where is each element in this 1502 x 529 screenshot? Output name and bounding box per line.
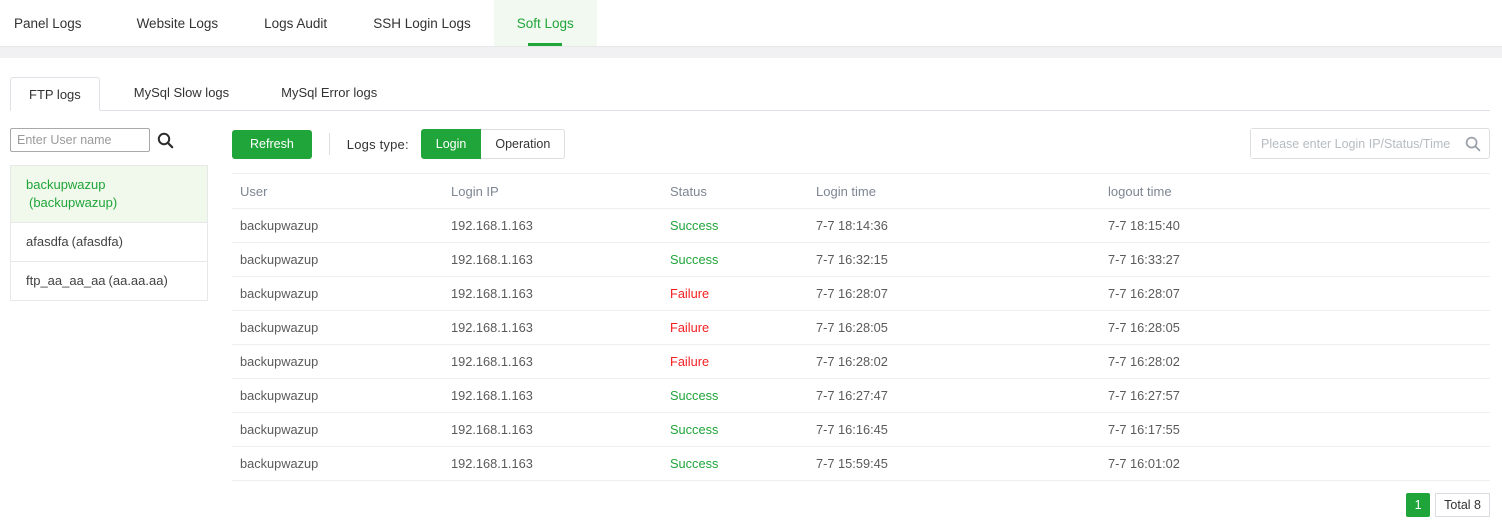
cell-login-ip: 192.168.1.163 (443, 447, 662, 481)
column-header-login-time: Login time (808, 174, 1100, 209)
cell-logout-time: 7-7 16:28:07 (1100, 277, 1490, 311)
cell-user: backupwazup (232, 447, 443, 481)
cell-login-time: 7-7 16:28:05 (808, 311, 1100, 345)
logs-main-panel: Refresh Logs type: Login Operation (232, 128, 1490, 517)
search-icon[interactable] (157, 132, 174, 149)
tab-ftp-logs[interactable]: FTP logs (10, 77, 100, 111)
table-header-row: User Login IP Status Login time logout t… (232, 174, 1490, 209)
user-account: (backupwazup) (29, 194, 117, 212)
table-row: backupwazup 192.168.1.163 Failure 7-7 16… (232, 277, 1490, 311)
table-row: backupwazup 192.168.1.163 Success 7-7 15… (232, 447, 1490, 481)
cell-status: Failure (662, 311, 808, 345)
table-row: backupwazup 192.168.1.163 Failure 7-7 16… (232, 345, 1490, 379)
login-type-button[interactable]: Login (421, 129, 482, 159)
search-icon[interactable] (1465, 136, 1481, 152)
cell-logout-time: 7-7 16:01:02 (1100, 447, 1490, 481)
cell-user: backupwazup (232, 345, 443, 379)
cell-status: Success (662, 209, 808, 243)
logs-type-toggle: Login Operation (421, 129, 566, 159)
cell-logout-time: 7-7 16:33:27 (1100, 243, 1490, 277)
cell-logout-time: 7-7 16:28:02 (1100, 345, 1490, 379)
cell-login-ip: 192.168.1.163 (443, 277, 662, 311)
user-account: (aa.aa.aa) (109, 272, 168, 290)
pagination: 1 Total 8 (232, 493, 1490, 517)
cell-user: backupwazup (232, 311, 443, 345)
refresh-button[interactable]: Refresh (232, 130, 312, 159)
cell-login-ip: 192.168.1.163 (443, 209, 662, 243)
cell-status: Failure (662, 277, 808, 311)
operation-type-button[interactable]: Operation (481, 129, 565, 159)
content-area: FTP logs MySql Slow logs MySql Error log… (0, 77, 1502, 517)
cell-login-ip: 192.168.1.163 (443, 243, 662, 277)
cell-logout-time: 7-7 16:28:05 (1100, 311, 1490, 345)
cell-status: Success (662, 447, 808, 481)
cell-login-time: 7-7 16:28:02 (808, 345, 1100, 379)
table-row: backupwazup 192.168.1.163 Failure 7-7 16… (232, 311, 1490, 345)
ftp-user-sidebar: backupwazup (backupwazup) afasdfa(afasdfa… (10, 128, 208, 301)
user-account: (afasdfa) (72, 233, 123, 251)
cell-login-ip: 192.168.1.163 (443, 311, 662, 345)
user-search-input[interactable] (10, 128, 150, 152)
cell-login-time: 7-7 16:27:47 (808, 379, 1100, 413)
page-1-button[interactable]: 1 (1406, 493, 1430, 517)
section-divider-band (0, 46, 1502, 58)
table-row: backupwazup 192.168.1.163 Success 7-7 16… (232, 243, 1490, 277)
user-name: backupwazup (26, 177, 106, 192)
table-row: backupwazup 192.168.1.163 Success 7-7 16… (232, 413, 1490, 447)
column-header-status: Status (662, 174, 808, 209)
logs-type-label: Logs type: (347, 137, 409, 152)
cell-user: backupwazup (232, 277, 443, 311)
ftp-user-list: backupwazup (backupwazup) afasdfa(afasdfa… (10, 165, 208, 301)
cell-login-time: 7-7 16:28:07 (808, 277, 1100, 311)
user-name: ftp_aa_aa_aa (26, 273, 106, 288)
cell-user: backupwazup (232, 413, 443, 447)
log-search-input[interactable] (1251, 129, 1465, 158)
tab-panel-logs[interactable]: Panel Logs (0, 0, 114, 46)
cell-user: backupwazup (232, 379, 443, 413)
column-header-user: User (232, 174, 443, 209)
tab-mysql-error-logs[interactable]: MySql Error logs (263, 76, 395, 110)
log-search-box (1250, 128, 1490, 159)
tab-logs-audit[interactable]: Logs Audit (241, 0, 350, 46)
cell-login-time: 7-7 16:16:45 (808, 413, 1100, 447)
cell-login-time: 7-7 18:14:36 (808, 209, 1100, 243)
cell-logout-time: 7-7 18:15:40 (1100, 209, 1490, 243)
tab-mysql-slow-logs[interactable]: MySql Slow logs (116, 76, 247, 110)
cell-status: Success (662, 379, 808, 413)
table-row: backupwazup 192.168.1.163 Success 7-7 18… (232, 209, 1490, 243)
toolbar-divider (329, 133, 330, 155)
cell-user: backupwazup (232, 243, 443, 277)
tab-ssh-login-logs[interactable]: SSH Login Logs (350, 0, 494, 46)
cell-status: Failure (662, 345, 808, 379)
cell-logout-time: 7-7 16:17:55 (1100, 413, 1490, 447)
cell-login-time: 7-7 16:32:15 (808, 243, 1100, 277)
cell-login-time: 7-7 15:59:45 (808, 447, 1100, 481)
column-header-logout-time: logout time (1100, 174, 1490, 209)
cell-user: backupwazup (232, 209, 443, 243)
logs-toolbar: Refresh Logs type: Login Operation (232, 128, 1490, 160)
list-item-user[interactable]: backupwazup (backupwazup) (11, 166, 207, 223)
total-count-label: Total 8 (1435, 493, 1490, 517)
cell-logout-time: 7-7 16:27:57 (1100, 379, 1490, 413)
tab-soft-logs[interactable]: Soft Logs (494, 0, 597, 46)
ftp-login-logs-table: User Login IP Status Login time logout t… (232, 173, 1490, 481)
cell-login-ip: 192.168.1.163 (443, 413, 662, 447)
cell-status: Success (662, 243, 808, 277)
top-tab-bar: Panel Logs Website Logs Logs Audit SSH L… (0, 0, 1502, 46)
table-row: backupwazup 192.168.1.163 Success 7-7 16… (232, 379, 1490, 413)
user-name: afasdfa (26, 234, 69, 249)
cell-login-ip: 192.168.1.163 (443, 345, 662, 379)
cell-status: Success (662, 413, 808, 447)
list-item-user[interactable]: afasdfa(afasdfa) (11, 223, 207, 262)
tab-website-logs[interactable]: Website Logs (114, 0, 242, 46)
column-header-login-ip: Login IP (443, 174, 662, 209)
sub-tab-bar: FTP logs MySql Slow logs MySql Error log… (10, 77, 1490, 111)
cell-login-ip: 192.168.1.163 (443, 379, 662, 413)
list-item-user[interactable]: ftp_aa_aa_aa(aa.aa.aa) (11, 262, 207, 300)
